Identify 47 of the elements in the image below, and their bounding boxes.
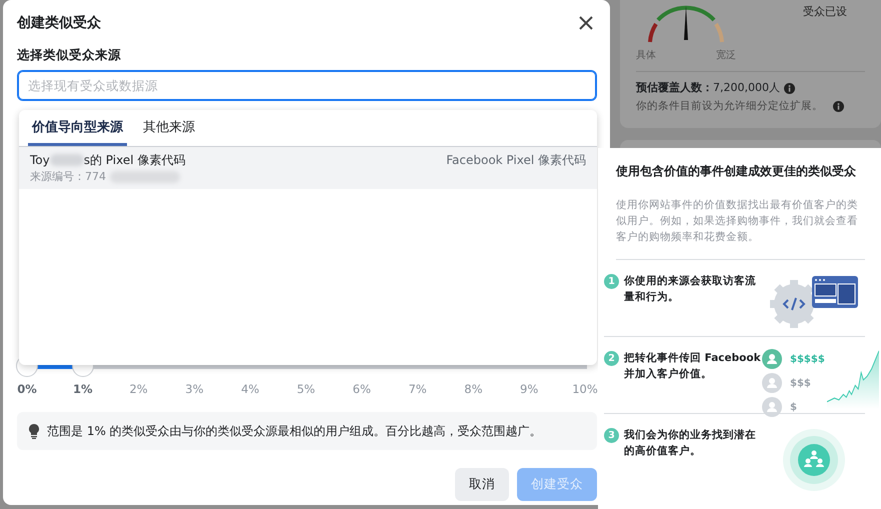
gauge-label: 具体	[636, 49, 656, 63]
step-text: 我们会为你的业务找到潜在的高价值客户。	[624, 428, 757, 459]
tick-label: 3%	[184, 380, 205, 398]
dialog-title: 创建类似受众	[17, 14, 101, 32]
info-icon[interactable]	[833, 100, 844, 112]
audience-icon	[782, 428, 846, 492]
tick-label: 7%	[407, 380, 428, 398]
source-row[interactable]: Toy s的 Pixel 像素代码 Facebook Pixel 像素代码 来源编号：774	[19, 146, 597, 189]
panel-title: 使用包含价值的事件创建成效更佳的类似受众	[616, 163, 857, 180]
note-text: 你的条件目前设为允许细分定位扩展。	[636, 98, 823, 114]
step-number: 2	[604, 351, 619, 366]
source-name: s的 Pixel 像素代码	[84, 152, 186, 168]
cancel-button[interactable]: 取消	[455, 468, 509, 501]
source-type: Facebook Pixel 像素代码	[446, 152, 586, 168]
field-label: 选择类似受众来源	[17, 46, 122, 64]
tick-label: 2%	[128, 380, 149, 398]
tick-label: 6%	[352, 380, 372, 398]
tick-label: 10%	[571, 380, 599, 398]
step-text: 把转化事件传回 Facebook 并加入客户价值。	[624, 351, 762, 382]
reach-label: 预估覆盖人数：	[636, 80, 713, 96]
panel-description: 使用你网站事件的价值数据找出最有价值客户的类似用户。例如，如果选择购物事件，我们就会查看客户的购物频率和花费金额。	[616, 198, 865, 260]
person-icon	[762, 349, 782, 370]
reach-value: 7,200,000人	[713, 80, 780, 96]
tick-label: 5%	[296, 380, 316, 398]
close-button[interactable]	[579, 16, 593, 30]
tick-label: 4%	[240, 380, 260, 398]
tip-text: 范围是 1% 的类似受众由与你的类似受众源最相似的用户组成。百分比越高，受众范围越广。	[47, 423, 542, 440]
person-icon	[762, 373, 782, 394]
value-label: $	[790, 400, 797, 415]
step-text: 你使用的来源会获取访客流量和行为。	[624, 274, 757, 305]
redaction-blur	[50, 154, 84, 166]
source-id: 来源编号：774	[30, 168, 106, 184]
status-text: 受众已设	[803, 4, 847, 20]
source-name: Toy	[30, 152, 50, 168]
gauge-label: 宽泛	[716, 48, 736, 63]
value-label: $$$$$	[790, 352, 825, 367]
lightbulb-icon	[29, 424, 39, 438]
step-number: 1	[604, 274, 619, 290]
tick-label: 0%	[16, 380, 38, 398]
tick-label: 1%	[72, 380, 94, 398]
tab[interactable]: 其他来源	[139, 110, 199, 146]
search-field[interactable]: 选择现有受众或数据源	[17, 70, 597, 101]
tick-label: 8%	[463, 380, 484, 398]
step-number: 3	[604, 428, 619, 444]
tick-label: 9%	[519, 380, 540, 398]
value-label: $$$	[790, 376, 811, 391]
info-icon[interactable]	[784, 82, 795, 94]
